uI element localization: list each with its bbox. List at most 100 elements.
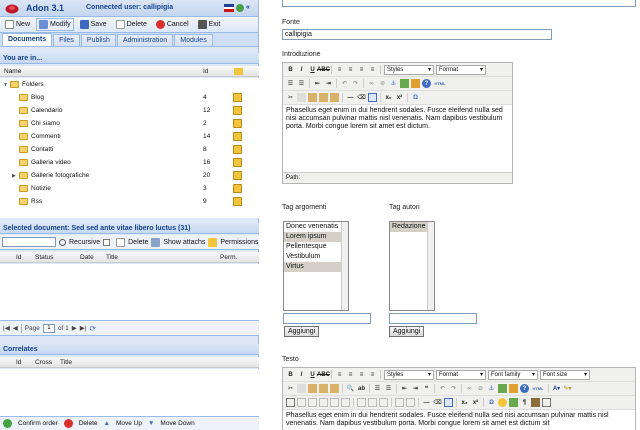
tag-argomenti-list[interactable]: Donec venenatis Lorem ipsum Pellentesque…	[283, 221, 349, 311]
top-field-cutoff[interactable]	[282, 0, 636, 7]
collapsed-arrow-icon[interactable]: ▶	[12, 173, 16, 179]
indent-icon[interactable]: ⇥	[324, 79, 333, 88]
bullet-list-icon[interactable]: ☰	[286, 79, 295, 88]
subscript-icon[interactable]: x₂	[384, 93, 393, 102]
numbered-list-icon[interactable]: ☰	[297, 79, 306, 88]
tag-autori-input[interactable]	[389, 313, 477, 324]
tab-files[interactable]: Files	[53, 34, 80, 46]
tab-documents[interactable]: Documents	[2, 33, 53, 46]
align-right-icon[interactable]: ≡	[357, 65, 366, 74]
insert-col-after-icon[interactable]	[368, 398, 377, 407]
align-left-icon[interactable]: ≡	[335, 65, 344, 74]
col-corr-id[interactable]: Id	[16, 359, 21, 366]
special-char-icon[interactable]: Ω	[487, 398, 496, 407]
outdent-icon[interactable]: ⇤	[313, 79, 322, 88]
new-button[interactable]: New	[2, 18, 33, 31]
remove-format-icon[interactable]: ⌫	[357, 93, 366, 102]
image-icon[interactable]	[498, 384, 507, 393]
subscript-icon[interactable]: x₂	[460, 398, 469, 407]
col-name[interactable]: Name	[4, 68, 21, 75]
bold-icon[interactable]: B	[286, 370, 295, 379]
edit-folder-icon[interactable]	[233, 106, 242, 115]
aggiungi-autori-button[interactable]: Aggiungi	[389, 326, 425, 337]
strikethrough-icon[interactable]: ABC	[317, 370, 330, 379]
align-justify-icon[interactable]: ≡	[368, 65, 377, 74]
confirm-order-button[interactable]: Confirm order	[18, 420, 58, 427]
link-icon[interactable]: ∞	[465, 384, 474, 393]
next-page-icon[interactable]: ▶	[72, 324, 77, 332]
blockquote-icon[interactable]: ❝	[422, 384, 431, 393]
document-search-input[interactable]	[2, 237, 56, 247]
tree-item-contatti[interactable]: Contatti 8	[0, 143, 259, 156]
col-doc-title[interactable]: Title	[106, 254, 118, 261]
show-attachs-button[interactable]: Show attachs	[163, 239, 205, 246]
replace-icon[interactable]: ab	[357, 384, 366, 393]
indent-icon[interactable]: ⇥	[411, 384, 420, 393]
outdent-icon[interactable]: ⇤	[400, 384, 409, 393]
media-icon[interactable]	[509, 398, 518, 407]
underline-icon[interactable]: U	[308, 65, 317, 74]
text-color-icon[interactable]: A▾	[552, 384, 561, 393]
align-center-icon[interactable]: ≡	[346, 65, 355, 74]
anchor-icon[interactable]: ⚓	[389, 79, 398, 88]
modify-button[interactable]: Modify	[36, 18, 74, 31]
image-icon[interactable]	[400, 79, 409, 88]
cleanup-icon[interactable]	[509, 384, 518, 393]
bold-icon[interactable]: B	[286, 65, 295, 74]
testo-content[interactable]: Phasellus eget enim in dui hendrerit sod…	[283, 410, 635, 430]
refresh-icon[interactable]	[236, 4, 244, 12]
col-doc-date[interactable]: Date	[80, 254, 94, 261]
save-button[interactable]: Save	[77, 18, 110, 31]
rtl-icon[interactable]	[531, 398, 540, 407]
special-char-icon[interactable]: Ω	[411, 93, 420, 102]
cleanup-icon[interactable]	[411, 79, 420, 88]
bullet-list-icon[interactable]: ☰	[373, 384, 382, 393]
tab-modules[interactable]: Modules	[174, 34, 213, 46]
paste-icon[interactable]	[308, 93, 317, 102]
strikethrough-icon[interactable]: ABC	[317, 65, 330, 74]
list-item[interactable]: Virtus	[284, 262, 348, 272]
tree-item-chi-siamo[interactable]: Chi siamo 2	[0, 117, 259, 130]
delete-correlate-button[interactable]: Delete	[79, 420, 98, 427]
remove-format-icon[interactable]: ⌫	[433, 398, 442, 407]
highlight-color-icon[interactable]: ✎▾	[563, 384, 572, 393]
edit-folder-icon[interactable]	[233, 197, 242, 206]
align-center-icon[interactable]: ≡	[346, 370, 355, 379]
cut-icon[interactable]: ✂	[286, 384, 295, 393]
superscript-icon[interactable]: x²	[395, 93, 404, 102]
emoticon-icon[interactable]	[498, 398, 507, 407]
tab-administration[interactable]: Administration	[116, 34, 174, 46]
col-doc-perm[interactable]: Perm.	[220, 254, 237, 261]
tree-item-commenti[interactable]: Commenti 14	[0, 130, 259, 143]
exit-button[interactable]: Exit	[195, 18, 224, 31]
edit-folder-icon[interactable]	[233, 132, 242, 141]
delete-button[interactable]: Delete	[113, 18, 150, 31]
split-cells-icon[interactable]	[395, 398, 404, 407]
undo-icon[interactable]: ↶	[438, 384, 447, 393]
edit-folder-icon[interactable]	[233, 119, 242, 128]
paste-word-icon[interactable]	[330, 384, 339, 393]
tree-root[interactable]: ▼ Folders	[0, 78, 259, 91]
edit-folder-icon[interactable]	[233, 184, 242, 193]
list-item[interactable]: Vestibulum	[284, 252, 348, 262]
move-down-button[interactable]: Move Down	[160, 420, 194, 427]
visual-aid-icon[interactable]	[444, 398, 453, 407]
help-icon[interactable]: ?	[520, 384, 529, 393]
tree-item-gallerie-fotografiche[interactable]: ▶ Gallerie fotografiche 20	[0, 169, 259, 182]
recursive-checkbox[interactable]	[103, 238, 111, 246]
page-number-input[interactable]	[42, 323, 55, 333]
redo-icon[interactable]: ↷	[449, 384, 458, 393]
table-icon[interactable]	[286, 398, 295, 407]
paste-word-icon[interactable]	[330, 93, 339, 102]
cancel-button[interactable]: Cancel	[153, 18, 192, 31]
link-icon[interactable]: ∞	[367, 79, 376, 88]
expand-arrow-icon[interactable]: ▼	[3, 82, 8, 88]
list-item[interactable]: Pellentesque	[284, 242, 348, 252]
numbered-list-icon[interactable]: ☰	[384, 384, 393, 393]
permissions-button[interactable]: Permissions	[220, 239, 258, 246]
merge-cells-icon[interactable]	[406, 398, 415, 407]
unlink-icon[interactable]: ⊘	[476, 384, 485, 393]
cut-icon[interactable]: ✂	[286, 93, 295, 102]
fullscreen-icon[interactable]	[542, 398, 551, 407]
horizontal-rule-icon[interactable]: —	[422, 398, 431, 407]
